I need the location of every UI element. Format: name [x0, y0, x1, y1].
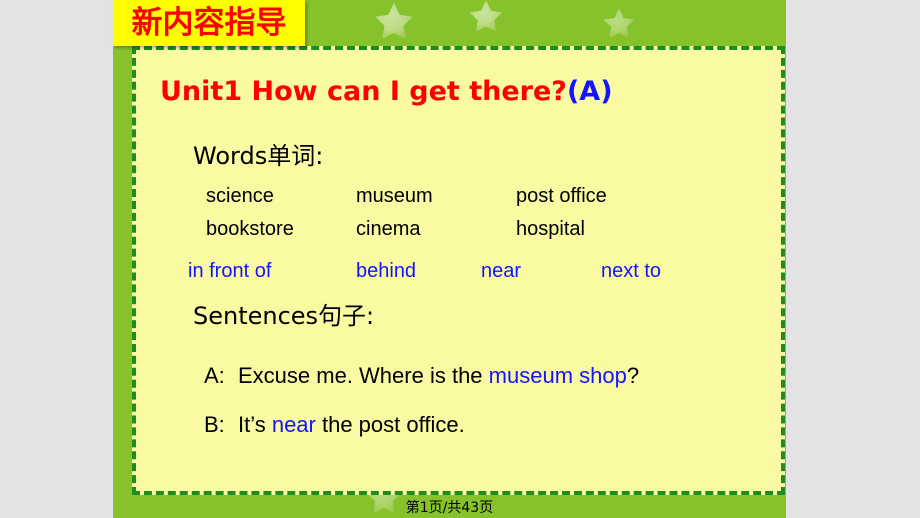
word-item: cinema	[356, 218, 421, 240]
preposition-item: behind	[356, 260, 417, 282]
preposition-row: in front of behind near next to	[188, 260, 661, 283]
sentence-text-before: It’s	[238, 412, 272, 437]
sentence-text-before: Excuse me. Where is the	[238, 363, 489, 388]
sentence-highlight: museum shop	[488, 363, 627, 388]
section-banner: 新内容指导	[113, 0, 305, 46]
sentences-section-heading: Sentences句子:	[193, 302, 375, 330]
preposition-item: in front of	[188, 260, 272, 282]
word-item: hospital	[516, 218, 585, 240]
sentence-highlight: near	[271, 412, 316, 437]
sentence-speaker: B:	[204, 412, 225, 437]
word-item: bookstore	[206, 218, 294, 240]
word-item: post office	[516, 185, 607, 207]
slide-title-main: Unit1 How can I get there?	[160, 76, 567, 107]
word-row: bookstore cinema hospital	[206, 218, 585, 241]
sentence-speaker: A:	[204, 363, 225, 388]
sentence-line: B: It’s near the post office.	[204, 412, 465, 438]
star-icon	[466, 0, 506, 36]
word-row: science museum post office	[206, 185, 607, 208]
preposition-item: near	[481, 260, 522, 282]
star-icon	[600, 6, 638, 42]
star-icon	[371, 0, 417, 44]
word-item: museum	[356, 185, 433, 207]
sentence-text-after: ?	[626, 363, 640, 388]
preposition-item: next to	[601, 260, 662, 282]
page-indicator: 第1页/共43页	[405, 499, 494, 516]
slide-footer: 第1页/共43页	[113, 495, 786, 518]
word-item: science	[206, 185, 274, 207]
content-panel: Unit1 How can I get there?(A) Words单词: s…	[132, 46, 785, 495]
slide-canvas: 新内容指导 Unit1 How can I get there?(A) Word…	[0, 0, 920, 518]
slide-title-suffix: (A)	[566, 76, 613, 107]
sentence-line: A: Excuse me. Where is the museum shop?	[204, 363, 639, 389]
sentence-text-after: the post office.	[315, 412, 465, 437]
words-section-heading: Words单词:	[193, 142, 324, 170]
section-banner-label: 新内容指导	[131, 4, 287, 41]
slide-title: Unit1 How can I get there?(A)	[160, 76, 613, 107]
